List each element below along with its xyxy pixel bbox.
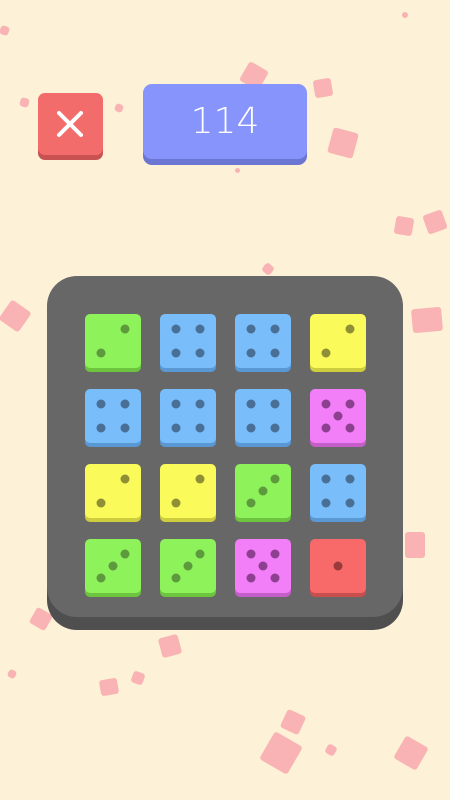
die-pip (321, 423, 331, 433)
confetti-square (98, 677, 120, 697)
die-pip (345, 498, 355, 508)
die-pip (171, 348, 181, 358)
confetti-square (113, 102, 125, 114)
die-blue-4[interactable] (160, 314, 216, 368)
die-blue-4[interactable] (160, 389, 216, 443)
die-pip (246, 324, 256, 334)
confetti-square (260, 261, 276, 277)
die-blue-4[interactable] (310, 464, 366, 518)
die-pip (195, 474, 205, 484)
confetti-square (18, 96, 31, 109)
die-pip (345, 474, 355, 484)
die-pip (246, 348, 256, 358)
die-pip (270, 549, 280, 559)
die-pip (171, 399, 181, 409)
confetti-square (393, 215, 415, 237)
die-pip (195, 348, 205, 358)
die-yellow-2[interactable] (310, 314, 366, 368)
die-pip (96, 399, 106, 409)
die-pip (96, 348, 106, 358)
confetti-square (130, 670, 146, 686)
confetti-square (405, 532, 425, 558)
confetti-square (6, 668, 18, 680)
die-pip (270, 324, 280, 334)
die-pip (246, 498, 256, 508)
die-pip (195, 549, 205, 559)
die-green-3[interactable] (235, 464, 291, 518)
confetti-square (0, 299, 32, 333)
confetti-square (259, 731, 303, 775)
die-pip (171, 573, 181, 583)
confetti-square (324, 743, 338, 757)
confetti-square (157, 633, 183, 659)
die-pip (246, 399, 256, 409)
die-magenta-5[interactable] (310, 389, 366, 443)
die-pip (120, 423, 130, 433)
die-green-3[interactable] (160, 539, 216, 593)
die-blue-4[interactable] (235, 314, 291, 368)
confetti-square (0, 24, 11, 37)
die-pip (96, 423, 106, 433)
die-pip (270, 399, 280, 409)
die-pip (120, 399, 130, 409)
confetti-square (393, 735, 429, 771)
die-pip (270, 423, 280, 433)
die-pip (246, 573, 256, 583)
die-blue-4[interactable] (235, 389, 291, 443)
die-pip (258, 561, 268, 571)
die-pip (246, 423, 256, 433)
die-pip (321, 348, 331, 358)
confetti-square (279, 708, 307, 736)
confetti-square (312, 77, 334, 99)
close-button[interactable] (38, 93, 103, 155)
die-pip (120, 324, 130, 334)
die-pip (195, 324, 205, 334)
die-pip (321, 474, 331, 484)
die-pip (345, 423, 355, 433)
die-pip (246, 549, 256, 559)
die-blue-4[interactable] (85, 389, 141, 443)
confetti-square (28, 606, 54, 632)
confetti-square (411, 306, 443, 334)
die-pip (270, 573, 280, 583)
die-pip (183, 561, 193, 571)
die-pip (258, 486, 268, 496)
score-display: 114 (143, 84, 307, 159)
die-pip (270, 348, 280, 358)
die-pip (96, 498, 106, 508)
confetti-square (402, 12, 408, 18)
dice-board (47, 276, 403, 617)
die-green-3[interactable] (85, 539, 141, 593)
die-pip (195, 399, 205, 409)
die-pip (345, 324, 355, 334)
die-pip (108, 561, 118, 571)
die-pip (120, 549, 130, 559)
confetti-square (235, 168, 240, 173)
die-pip (171, 498, 181, 508)
die-pip (333, 561, 343, 571)
die-green-2[interactable] (85, 314, 141, 368)
die-pip (195, 423, 205, 433)
die-pip (171, 324, 181, 334)
score-value: 114 (190, 101, 260, 142)
die-pip (333, 411, 343, 421)
die-pip (120, 474, 130, 484)
die-pip (321, 399, 331, 409)
confetti-square (422, 209, 448, 235)
die-yellow-2[interactable] (85, 464, 141, 518)
die-red-1[interactable] (310, 539, 366, 593)
confetti-square (327, 127, 359, 159)
die-pip (345, 399, 355, 409)
die-pip (270, 474, 280, 484)
die-pip (171, 423, 181, 433)
die-pip (321, 498, 331, 508)
close-icon (57, 111, 83, 137)
die-magenta-5[interactable] (235, 539, 291, 593)
die-yellow-2[interactable] (160, 464, 216, 518)
die-pip (96, 573, 106, 583)
